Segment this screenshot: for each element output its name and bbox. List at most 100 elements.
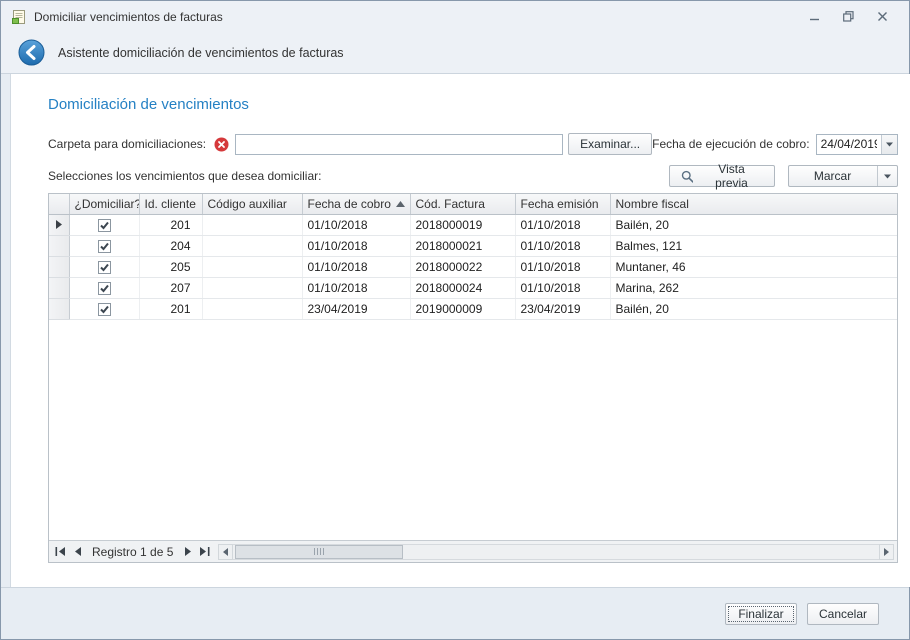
back-arrow-icon [18, 39, 45, 66]
dialog-window: Domiciliar vencimientos de facturas [0, 0, 910, 640]
mark-dropdown-button[interactable] [878, 174, 897, 179]
restore-button[interactable] [837, 8, 859, 26]
domiciliar-checkbox[interactable] [98, 219, 111, 232]
cell-codigo-auxiliar [202, 214, 302, 235]
cell-fecha-emision: 01/10/2018 [515, 235, 610, 256]
chevron-down-icon [884, 174, 891, 179]
prev-record-button[interactable] [69, 543, 86, 561]
col-header-fecha-emision[interactable]: Fecha emisión [515, 194, 610, 214]
domiciliar-checkbox[interactable] [98, 303, 111, 316]
cell-codigo-auxiliar [202, 298, 302, 319]
row-indicator-cell [49, 277, 69, 298]
row-indicator-cell [49, 298, 69, 319]
browse-button[interactable]: Examinar... [568, 133, 652, 155]
cell-id-cliente: 205 [139, 256, 202, 277]
execution-date-input[interactable] [817, 135, 881, 154]
cell-cod-factura: 2018000024 [410, 277, 515, 298]
cell-id-cliente: 204 [139, 235, 202, 256]
grid-empty-area [49, 320, 897, 541]
cell-domiciliar [69, 277, 139, 298]
domiciliar-checkbox[interactable] [98, 261, 111, 274]
table-row[interactable]: 205 01/10/2018 2018000022 01/10/2018 Mun… [49, 256, 897, 277]
preview-button[interactable]: Vista previa [669, 165, 775, 187]
col-header-id-cliente[interactable]: Id. cliente [139, 194, 202, 214]
cell-codigo-auxiliar [202, 235, 302, 256]
cell-nombre-fiscal: Marina, 262 [610, 277, 897, 298]
row-indicator-header [49, 194, 69, 214]
validation-error-icon [214, 137, 229, 152]
col-header-nombre-fiscal[interactable]: Nombre fiscal [610, 194, 897, 214]
next-record-icon [183, 547, 193, 556]
last-record-button[interactable] [196, 543, 213, 561]
check-icon [99, 262, 110, 273]
chevron-down-icon [886, 142, 893, 147]
finish-button[interactable]: Finalizar [725, 603, 797, 625]
cell-cod-factura: 2018000022 [410, 256, 515, 277]
scrollbar-thumb[interactable] [235, 545, 403, 559]
mark-button[interactable]: Marcar [788, 165, 898, 187]
sort-ascending-icon [396, 201, 405, 207]
cell-nombre-fiscal: Bailén, 20 [610, 298, 897, 319]
cell-codigo-auxiliar [202, 256, 302, 277]
dialog-footer: Finalizar Cancelar [1, 587, 909, 639]
row-indicator-cell [49, 214, 69, 235]
cell-fecha-cobro: 23/04/2019 [302, 298, 410, 319]
execution-date-editor [816, 134, 898, 155]
col-header-codigo-auxiliar[interactable]: Código auxiliar [202, 194, 302, 214]
scroll-left-icon [223, 548, 228, 556]
cell-fecha-emision: 23/04/2019 [515, 298, 610, 319]
cell-id-cliente: 201 [139, 298, 202, 319]
first-record-button[interactable] [52, 543, 69, 561]
domiciliar-checkbox[interactable] [98, 282, 111, 295]
check-icon [99, 220, 110, 231]
cell-cod-factura: 2019000009 [410, 298, 515, 319]
check-icon [99, 304, 110, 315]
window-title: Domiciliar vencimientos de facturas [34, 10, 223, 24]
app-icon [11, 9, 27, 25]
cell-fecha-cobro: 01/10/2018 [302, 277, 410, 298]
horizontal-scrollbar[interactable] [218, 544, 893, 560]
col-header-cod-factura[interactable]: Cód. Factura [410, 194, 515, 214]
close-button[interactable] [871, 8, 893, 26]
folder-input[interactable] [235, 134, 563, 155]
row-indicator-cell [49, 235, 69, 256]
scroll-left-button[interactable] [218, 544, 233, 560]
cell-nombre-fiscal: Muntaner, 46 [610, 256, 897, 277]
last-record-icon [199, 547, 210, 556]
window-controls [803, 8, 899, 26]
next-record-button[interactable] [179, 543, 196, 561]
selection-row: Selecciones los vencimientos que desea d… [48, 165, 898, 187]
record-count-label: Registro 1 de 5 [92, 545, 173, 559]
cell-domiciliar [69, 214, 139, 235]
cancel-button[interactable]: Cancelar [807, 603, 879, 625]
cell-domiciliar [69, 298, 139, 319]
check-icon [99, 283, 110, 294]
cell-domiciliar [69, 256, 139, 277]
cell-fecha-cobro: 01/10/2018 [302, 256, 410, 277]
cell-nombre-fiscal: Balmes, 121 [610, 235, 897, 256]
table-row[interactable]: 201 23/04/2019 2019000009 23/04/2019 Bai… [49, 298, 897, 319]
table-row[interactable]: 207 01/10/2018 2018000024 01/10/2018 Mar… [49, 277, 897, 298]
scroll-right-icon [884, 548, 889, 556]
table-row[interactable]: 204 01/10/2018 2018000021 01/10/2018 Bal… [49, 235, 897, 256]
grid-table: ¿Domiciliar? Id. cliente Código auxiliar… [49, 194, 897, 320]
col-header-fecha-cobro[interactable]: Fecha de cobro [302, 194, 410, 214]
prev-record-icon [73, 547, 83, 556]
wizard-title: Asistente domiciliación de vencimientos … [58, 46, 344, 60]
cell-fecha-emision: 01/10/2018 [515, 277, 610, 298]
col-header-domiciliar[interactable]: ¿Domiciliar? [69, 194, 139, 214]
cell-fecha-emision: 01/10/2018 [515, 214, 610, 235]
domiciliar-checkbox[interactable] [98, 240, 111, 253]
mark-button-label: Marcar [789, 169, 877, 183]
scrollbar-track[interactable] [233, 544, 878, 560]
vencimientos-grid: ¿Domiciliar? Id. cliente Código auxiliar… [48, 193, 898, 563]
back-button[interactable] [18, 39, 45, 66]
minimize-button[interactable] [803, 8, 825, 26]
check-icon [99, 241, 110, 252]
scroll-right-button[interactable] [879, 544, 894, 560]
title-bar: Domiciliar vencimientos de facturas [1, 1, 909, 32]
table-row[interactable]: 201 01/10/2018 2018000019 01/10/2018 Bai… [49, 214, 897, 235]
date-dropdown-button[interactable] [881, 135, 897, 154]
selection-label: Selecciones los vencimientos que desea d… [48, 169, 321, 183]
cell-nombre-fiscal: Bailén, 20 [610, 214, 897, 235]
